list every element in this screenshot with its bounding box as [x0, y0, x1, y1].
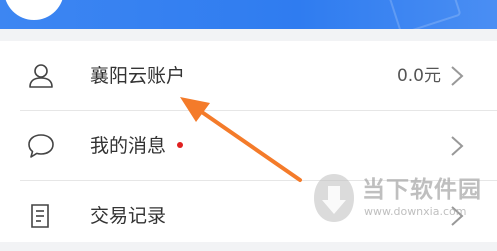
menu-item-label: 襄阳云账户: [90, 65, 186, 87]
avatar[interactable]: [4, 0, 64, 20]
unread-dot: [177, 142, 183, 148]
menu-item-label: 我的消息: [90, 135, 167, 157]
user-icon: [29, 64, 53, 88]
chat-bubble-icon: [28, 134, 54, 158]
watermark-url: www.downxia.com: [364, 205, 467, 218]
chevron-right-icon: [451, 66, 464, 86]
account-balance: 0.0元: [396, 66, 441, 86]
menu-item-cloud-account[interactable]: 襄阳云账户 0.0元: [0, 41, 497, 111]
section-gap: [0, 29, 497, 41]
document-icon: [31, 204, 49, 228]
profile-header: [0, 0, 497, 29]
watermark-brand: 当下软件园: [362, 177, 482, 203]
watermark: 当下软件园 www.downxia.com: [310, 170, 497, 228]
chevron-right-icon: [451, 136, 464, 156]
download-logo-icon: [314, 174, 354, 222]
header-decoration: [388, 0, 462, 29]
menu-item-label: 交易记录: [90, 205, 167, 227]
